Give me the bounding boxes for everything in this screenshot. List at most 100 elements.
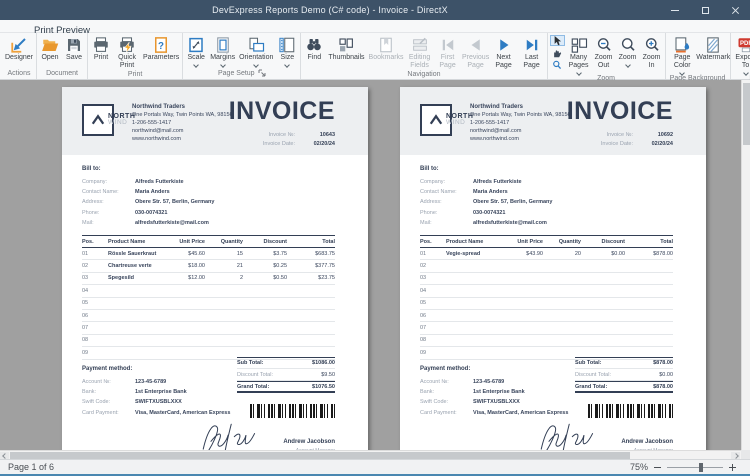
bookmarks-button[interactable]: Bookmarks xyxy=(367,33,406,62)
status-bar: Page 1 of 6 75% xyxy=(0,459,750,474)
watermark-icon xyxy=(703,35,723,54)
payment-row: Bank:1st Enterprise Bank xyxy=(82,389,232,395)
watermark-button[interactable]: Watermark xyxy=(698,33,729,62)
page-setup-dialog-launcher[interactable] xyxy=(258,69,266,77)
binoculars-icon xyxy=(304,35,324,54)
table-row: 03 xyxy=(420,273,673,285)
zoom-in-button[interactable]: Zoom In xyxy=(640,33,664,70)
many-pages-button[interactable]: Many Pages xyxy=(566,33,592,75)
vertical-scrollbar[interactable] xyxy=(741,80,750,450)
export-pdf-icon: PDF xyxy=(735,35,750,54)
signature-block: Andrew Jacobson Account Manager xyxy=(543,419,673,450)
magnifier-tool-button[interactable] xyxy=(550,59,565,70)
invoice-page-1: NORTH WIND Northwind Traders One Portals… xyxy=(62,87,368,450)
table-row: 01 Rössle Sauerkraut $45.60 15 $3.75 $68… xyxy=(82,248,335,260)
minimize-button[interactable] xyxy=(660,0,690,20)
thumbnails-button[interactable]: Thumbnails xyxy=(326,33,366,62)
designer-icon xyxy=(9,35,29,54)
bill-to-row: Contact Name:Maria Anders xyxy=(420,189,552,195)
scroll-left-arrow[interactable] xyxy=(0,452,9,459)
zoom-out-icon xyxy=(594,35,614,54)
orientation-icon xyxy=(246,35,266,54)
horizontal-scrollbar-thumb[interactable] xyxy=(10,452,630,459)
scroll-right-arrow[interactable] xyxy=(731,452,740,459)
barcode xyxy=(588,404,673,418)
save-button[interactable]: Save xyxy=(62,33,86,62)
next-page-button[interactable]: Next Page xyxy=(490,33,518,70)
printer-icon xyxy=(91,35,111,54)
scale-icon xyxy=(186,35,206,54)
invoice-meta: Invoice №:10692 Invoice Date:02/20/24 xyxy=(601,132,673,150)
parameters-icon: ? xyxy=(151,35,171,54)
zoom-out-slider-button[interactable] xyxy=(654,467,661,468)
designer-button[interactable]: Designer xyxy=(3,33,35,62)
zoom-dropdown-caret xyxy=(625,62,631,68)
horizontal-scrollbar[interactable] xyxy=(0,450,750,459)
previous-page-button[interactable]: Previous Page xyxy=(462,33,490,70)
group-label-navigation: Navigation xyxy=(302,70,545,79)
zoom-slider-thumb[interactable] xyxy=(699,463,703,472)
magnifier-icon xyxy=(552,60,562,70)
find-button[interactable]: Find xyxy=(302,33,326,62)
export-to-button[interactable]: PDF Export To xyxy=(732,33,750,75)
zoom-percent: 75% xyxy=(630,462,648,472)
group-label-page-setup: Page Setup xyxy=(218,70,255,77)
bill-to-row: Address:Obere Str. 57, Berlin, Germany xyxy=(420,199,552,205)
company-info: Northwind Traders One Portals Way, Twin … xyxy=(132,103,233,144)
line-items-table: Pos. Product Name Unit Price Quantity Di… xyxy=(82,235,335,360)
table-header-row: Pos. Product Name Unit Price Quantity Di… xyxy=(420,235,673,248)
parameters-button[interactable]: ? Parameters xyxy=(141,33,181,62)
sub-total-value: $878.00 xyxy=(653,360,673,366)
scale-button[interactable]: Scale xyxy=(184,33,208,67)
pointer-tool-button[interactable] xyxy=(550,35,565,46)
payment-row: Account №:123-45-6789 xyxy=(82,379,232,385)
payment-row: Bank:1st Enterprise Bank xyxy=(420,389,570,395)
table-row: 08 xyxy=(420,335,673,347)
invoice-number: 10692 xyxy=(643,132,673,138)
zoom-slider-track[interactable] xyxy=(667,467,723,468)
page-color-icon xyxy=(672,35,692,54)
print-button[interactable]: Print xyxy=(89,33,113,62)
zoom-control: 75% xyxy=(630,462,736,472)
vertical-scrollbar-thumb[interactable] xyxy=(743,83,750,145)
first-page-button[interactable]: First Page xyxy=(434,33,462,70)
open-button[interactable]: Open xyxy=(38,33,62,62)
zoom-out-button[interactable]: Zoom Out xyxy=(592,33,616,70)
save-icon xyxy=(64,35,84,54)
bill-to-row: Address:Obere Str. 57, Berlin, Germany xyxy=(82,199,214,205)
quick-print-button[interactable]: Quick Print xyxy=(113,33,141,70)
discount-total-value: $9.50 xyxy=(321,372,335,378)
table-row: 02 xyxy=(420,260,673,272)
last-page-button[interactable]: Last Page xyxy=(518,33,546,70)
open-folder-icon xyxy=(40,35,60,54)
group-print: Print Quick Print ? Parameters Print xyxy=(88,33,183,79)
invoice-header-band: NORTH WIND Northwind Traders One Portals… xyxy=(62,87,368,155)
maximize-button[interactable] xyxy=(690,0,720,20)
table-row: 06 xyxy=(82,310,335,322)
size-icon xyxy=(277,35,297,54)
table-row: 02 Chartreuse verte $18.00 21 $0.25 $377… xyxy=(82,260,335,272)
signer-name: Andrew Jacobson xyxy=(283,439,335,445)
invoice-header-band: NORTH WIND Northwind Traders One Portals… xyxy=(400,87,706,155)
close-icon xyxy=(731,6,740,15)
editing-fields-icon xyxy=(410,35,430,54)
close-button[interactable] xyxy=(720,0,750,20)
group-page-background: Page Color Watermark Page Background xyxy=(666,33,731,79)
window-titlebar: DevExpress Reports Demo (C# code) - Invo… xyxy=(0,0,750,20)
previous-page-icon xyxy=(466,35,486,54)
invoice-page-2: NORTH WIND Northwind Traders One Portals… xyxy=(400,87,706,450)
page-color-button[interactable]: Page Color xyxy=(667,33,698,75)
signature-block: Andrew Jacobson Account Manager xyxy=(205,419,335,450)
group-label-actions: Actions xyxy=(3,67,35,79)
orientation-button[interactable]: Orientation xyxy=(237,33,275,67)
invoice-date: 02/20/24 xyxy=(643,141,673,147)
zoom-button[interactable]: Zoom xyxy=(616,33,640,67)
zoom-in-slider-button[interactable] xyxy=(729,464,736,471)
editing-fields-button[interactable]: Editing Fields xyxy=(406,33,434,70)
hand-tool-button[interactable] xyxy=(550,47,565,58)
table-row: 03 Spegesild $12.00 2 $0.50 $23.75 xyxy=(82,273,335,285)
preview-surface[interactable]: NORTH WIND Northwind Traders One Portals… xyxy=(0,80,750,450)
size-button[interactable]: Size xyxy=(275,33,299,67)
margins-button[interactable]: Margins xyxy=(208,33,237,67)
zoom-in-icon xyxy=(642,35,662,54)
